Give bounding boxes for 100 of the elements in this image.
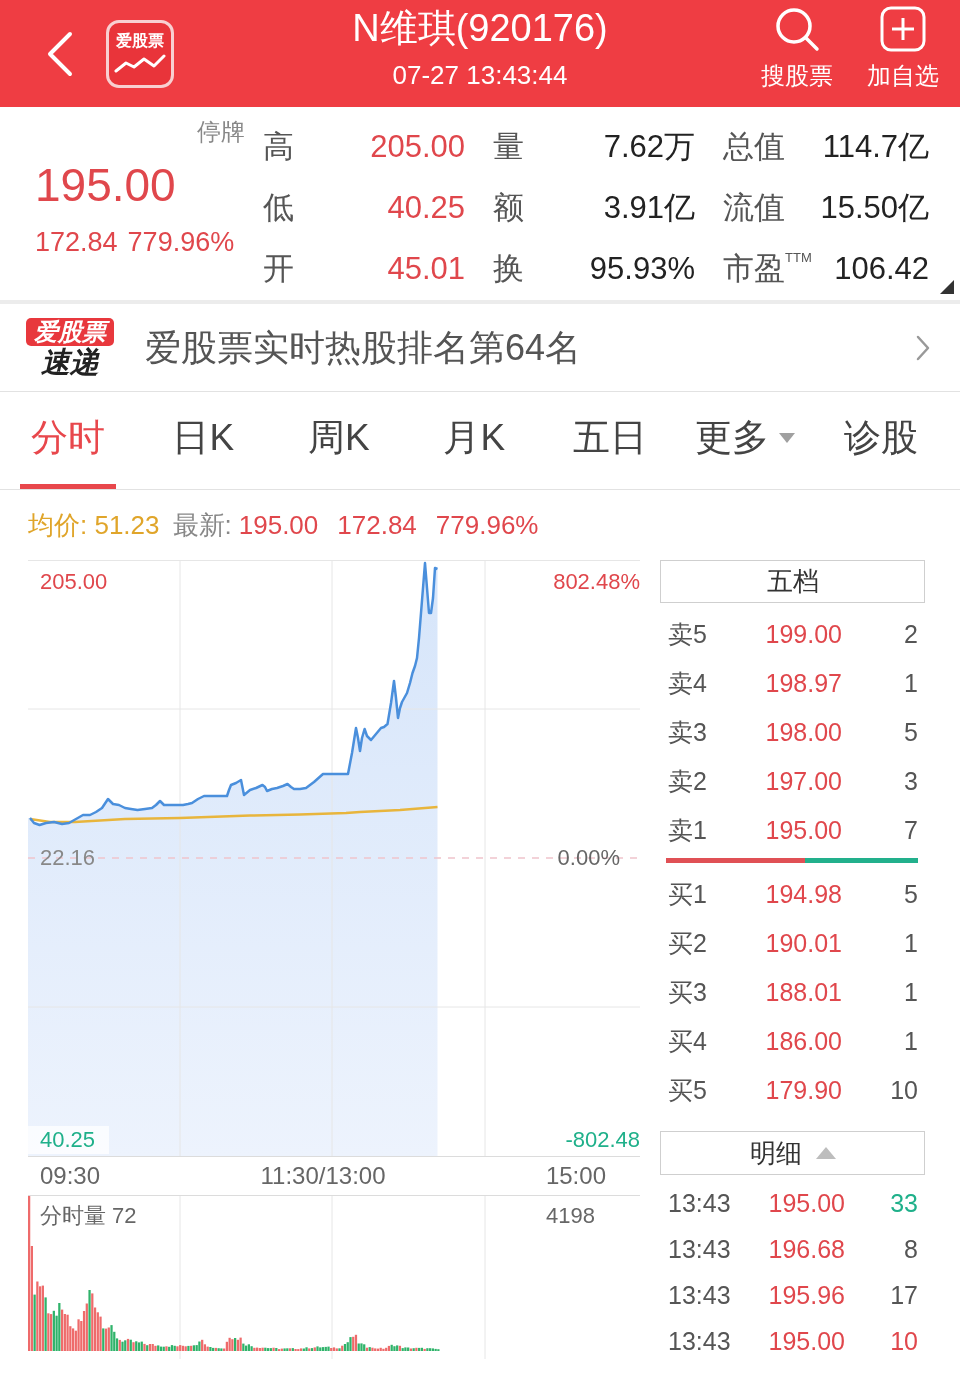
ask-volume: 1: [904, 667, 918, 699]
stat-label: 低: [263, 189, 294, 226]
axis-label: 0.00%: [557, 844, 620, 872]
stat-value: 114.7亿: [822, 128, 929, 165]
trade-detail-tab[interactable]: 明细: [660, 1131, 925, 1175]
bid-label: 买5: [668, 1074, 707, 1106]
trade-price: 195.00: [768, 1326, 845, 1358]
axis-label: 22.16: [39, 844, 96, 872]
price-change: 172.84: [35, 226, 118, 258]
stock-title: N维琪(920176): [352, 6, 608, 50]
stat-value: 106.42: [834, 250, 929, 287]
last-price: 195.00: [35, 159, 176, 211]
search-icon: [774, 6, 820, 52]
ask-price: 199.00: [765, 618, 842, 650]
ask-label: 卖2: [668, 765, 707, 797]
chevron-right-icon[interactable]: [916, 334, 930, 361]
bid-label: 买1: [668, 878, 707, 910]
bid-volume: 10: [890, 1074, 918, 1106]
stat-label: 总值: [723, 128, 785, 165]
brand-subtitle: 速递: [41, 345, 99, 378]
bid-price: 179.90: [765, 1074, 842, 1106]
trade-time: 13:43: [668, 1234, 731, 1266]
plus-icon: [880, 6, 926, 52]
stat-label: 流值: [723, 189, 785, 226]
zigzag-line-icon: [114, 53, 166, 75]
ask-label: 卖5: [668, 618, 707, 650]
latest-value: 779.96%: [435, 508, 539, 542]
chart-tab[interactable]: 更多: [684, 392, 807, 489]
chart-tab[interactable]: 月K: [432, 392, 517, 489]
bid-price: 186.00: [765, 1025, 842, 1057]
stat-label: 市盈$^{TTM}$: [723, 250, 812, 287]
latest-value: 172.84: [337, 508, 417, 542]
back-icon[interactable]: [46, 30, 74, 77]
update-time: 07-27 13:43:44: [392, 59, 568, 91]
chart-tab[interactable]: 诊股: [832, 392, 929, 489]
change-percent: 779.96%: [127, 226, 235, 258]
chart-tab[interactable]: 日K: [161, 392, 246, 489]
ask-price: 198.00: [765, 716, 842, 748]
bid-price: 188.01: [765, 976, 842, 1008]
stat-value: 3.91亿: [603, 189, 695, 226]
trading-status: 停牌: [197, 117, 245, 147]
search-button[interactable]: 搜股票: [747, 0, 847, 107]
order-book-tab[interactable]: 五档: [660, 560, 925, 603]
stat-label: 高: [263, 128, 294, 165]
ask-volume: 2: [904, 618, 918, 650]
stat-value: 7.62万: [603, 128, 695, 165]
trade-time: 13:43: [668, 1326, 731, 1358]
trade-price: 195.00: [768, 1188, 845, 1220]
trade-volume: 10: [890, 1326, 918, 1358]
trade-time: 13:43: [668, 1188, 731, 1220]
time-label: 15:00: [545, 1161, 606, 1191]
chart-tab[interactable]: 分时: [19, 392, 116, 489]
trade-time: 13:43: [668, 1280, 731, 1312]
app-logo-text: 爱股票: [116, 32, 164, 50]
bid-label: 买4: [668, 1025, 707, 1057]
ask-price: 197.00: [765, 765, 842, 797]
ask-label: 卖4: [668, 667, 707, 699]
stat-label: 额: [493, 189, 524, 226]
volume-title: 分时量 72: [40, 1202, 137, 1230]
trade-volume: 8: [904, 1234, 918, 1266]
stat-label: 换: [493, 250, 524, 287]
add-watchlist-button[interactable]: 加自选: [853, 0, 953, 107]
axis-label: -802.48: [565, 1126, 640, 1154]
stat-value: 15.50亿: [820, 189, 929, 226]
ask-price: 198.97: [765, 667, 842, 699]
trade-price: 195.96: [768, 1280, 845, 1312]
ask-volume: 5: [904, 716, 918, 748]
brand-tag: 爱股票: [26, 317, 114, 346]
stat-value: 205.00: [370, 128, 465, 165]
trade-volume: 33: [890, 1188, 918, 1220]
ask-price: 195.00: [765, 814, 842, 846]
time-label: 09:30: [40, 1161, 101, 1191]
stat-value: 40.25: [387, 189, 465, 226]
stat-label: 量: [493, 128, 524, 165]
bid-volume: 1: [904, 927, 918, 959]
axis-label: 802.48%: [553, 568, 640, 596]
trade-volume: 17: [890, 1280, 918, 1312]
trade-price: 196.68: [768, 1234, 845, 1266]
volume-max-label: 4198: [546, 1202, 595, 1230]
time-label: 11:30/13:00: [260, 1161, 386, 1191]
bid-volume: 5: [904, 878, 918, 910]
bid-label: 买2: [668, 927, 707, 959]
hot-rank-link[interactable]: 爱股票实时热股排名第64名: [145, 320, 582, 375]
bid-price: 190.01: [765, 927, 842, 959]
axis-label: 40.25: [28, 1126, 110, 1154]
bid-label: 买3: [668, 976, 707, 1008]
average-price: 均价: 51.23: [28, 508, 160, 542]
chart-tab[interactable]: 周K: [296, 392, 381, 489]
stat-label: 开: [263, 250, 294, 287]
ask-volume: 3: [904, 765, 918, 797]
corner-triangle-icon[interactable]: [940, 280, 954, 294]
caret-up-icon: [815, 1147, 836, 1159]
ask-volume: 7: [904, 814, 918, 846]
axis-label: 205.00: [39, 568, 108, 596]
stat-value: 95.93%: [589, 250, 695, 287]
stat-value: 45.01: [387, 250, 465, 287]
chart-tab[interactable]: 五日: [561, 392, 658, 489]
bid-price: 194.98: [765, 878, 842, 910]
latest-value: 195.00: [238, 508, 319, 542]
ask-label: 卖1: [668, 814, 707, 846]
